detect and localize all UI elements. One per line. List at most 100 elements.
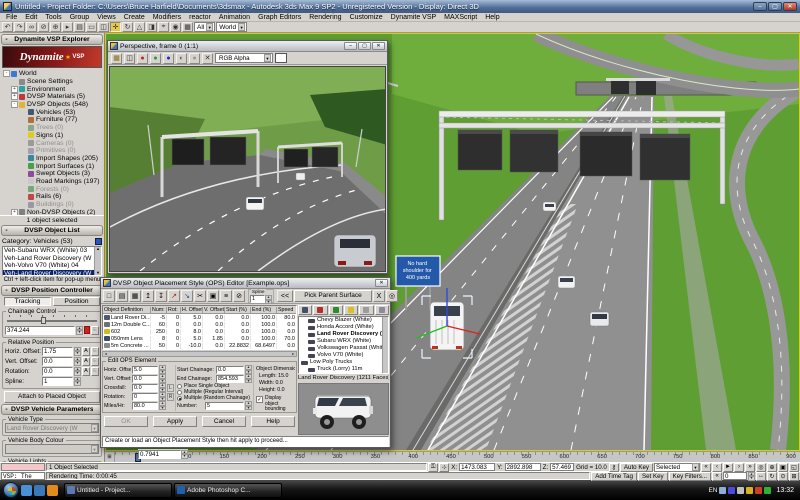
- menu-item[interactable]: Tools: [41, 14, 65, 21]
- library-item[interactable]: Volvo V70 (White): [299, 352, 382, 359]
- key-mode-dropdown[interactable]: Selected ▼: [654, 463, 700, 472]
- tree-expander-icon[interactable]: +: [11, 86, 18, 93]
- animate-button[interactable]: A: [82, 347, 90, 356]
- edit-field[interactable]: 0.0: [132, 384, 158, 392]
- animate-button[interactable]: A: [82, 357, 90, 366]
- close-icon[interactable]: ✕: [372, 42, 385, 50]
- field-of-view-icon[interactable]: ⊙: [778, 472, 788, 481]
- scrollbar[interactable]: [382, 317, 388, 373]
- chainage-value-field[interactable]: 374.244: [5, 326, 75, 335]
- tree-expander-icon[interactable]: -: [3, 70, 10, 77]
- spinner[interactable]: ▲▼: [181, 450, 188, 459]
- arc-rotate-icon[interactable]: ↻: [767, 472, 777, 481]
- render-window-title-bar[interactable]: Perspective, frame 0 (1:1) – ▢ ✕: [108, 41, 387, 52]
- alpha-channel-icon[interactable]: ●: [189, 53, 200, 64]
- new-ops-icon[interactable]: □: [103, 290, 115, 302]
- clear-surface-button[interactable]: X: [373, 290, 385, 302]
- vehicle-colour-dropdown[interactable]: ▼: [5, 444, 99, 454]
- bind-to-space-warp-icon[interactable]: ⊕: [50, 22, 61, 32]
- category-color-swatch[interactable]: [95, 238, 102, 245]
- select-by-name-icon[interactable]: ▤: [74, 22, 85, 32]
- position-tab[interactable]: Position: [53, 297, 100, 306]
- library-item[interactable]: Low Poly Trucks: [299, 359, 382, 366]
- spinner[interactable]: ▲▼: [245, 401, 252, 410]
- offset-field[interactable]: 1: [42, 377, 73, 386]
- ops-row-gantry[interactable]: 12m Double C... 60 0 0.0 0.0 0.0 100.0 0…: [103, 321, 296, 328]
- slider-handle[interactable]: [41, 317, 46, 324]
- object-list-rollout-header[interactable]: - DVSP Object List: [1, 225, 103, 236]
- window-crossing-icon[interactable]: ◫: [98, 22, 109, 32]
- select-and-rotate-icon[interactable]: ↻: [122, 22, 133, 32]
- go-to-start-icon[interactable]: «: [712, 472, 722, 481]
- blue-channel-icon[interactable]: ●: [163, 53, 174, 64]
- maxscript-mini-listener-pink[interactable]: [1, 463, 45, 471]
- cut-icon[interactable]: ✂: [194, 290, 206, 302]
- chainage-slider[interactable]: [7, 315, 97, 324]
- timeline-ruler[interactable]: 5010015020025030035040045050055060065070…: [115, 452, 800, 462]
- ops-row-camera[interactable]: 050mm Lens 8 0 5.0 1.85 0.0 100.0 70.0: [103, 335, 296, 342]
- menu-item[interactable]: reactor: [185, 14, 215, 21]
- spinner[interactable]: ▲▼: [159, 392, 166, 401]
- offset-field[interactable]: 1.75: [42, 347, 73, 356]
- menu-item[interactable]: Dynamite VSP: [387, 14, 441, 21]
- tree-item[interactable]: Rails (6): [3, 193, 104, 201]
- copy-icon[interactable]: ▣: [207, 290, 219, 302]
- attach-to-placed-object-button[interactable]: Attach to Placed Object: [4, 391, 100, 403]
- library-item[interactable]: Truck (Lorry) 11m: [299, 366, 382, 373]
- tree-item[interactable]: Vehicles (53): [3, 108, 104, 116]
- ops-row-land-rover[interactable]: Land Rover Di... -5 0 5.0 0.0 0.0 100.0 …: [103, 314, 296, 321]
- tree-item[interactable]: Trees (0): [3, 124, 104, 132]
- quicklaunch-icon-1[interactable]: [21, 485, 32, 496]
- library-item[interactable]: Chevy Blazer (White): [299, 317, 382, 324]
- ops-editor-dialog[interactable]: DVSP Object Placement Style (OPS) Editor…: [100, 277, 391, 448]
- selection-filter-dropdown[interactable]: All ▼: [194, 22, 215, 32]
- tree-item[interactable]: - DVSP Objects (548): [3, 101, 104, 109]
- expression-button[interactable]: E: [91, 347, 99, 356]
- spinner[interactable]: ▲▼: [76, 326, 83, 335]
- spinner[interactable]: ▲▼: [245, 374, 252, 383]
- play-icon[interactable]: ►: [723, 463, 733, 472]
- clear-icon[interactable]: ✕: [202, 53, 213, 64]
- trees-category-icon[interactable]: [329, 305, 343, 315]
- spinner[interactable]: ▲▼: [74, 347, 81, 356]
- object-list-item[interactable]: Veh-Land Rover Discovery (W: [3, 270, 94, 277]
- open-ops-icon[interactable]: ▤: [116, 290, 128, 302]
- aux-button[interactable]: R: [167, 393, 174, 401]
- close-icon[interactable]: ✕: [375, 279, 388, 287]
- minimize-icon[interactable]: –: [753, 2, 767, 11]
- pan-icon[interactable]: ↔: [756, 472, 766, 481]
- render-setup-icon[interactable]: ▦: [182, 22, 193, 32]
- edit-field[interactable]: 80.0: [132, 402, 158, 410]
- scrollbar[interactable]: ▲▼: [94, 247, 101, 275]
- rendered-frame-window[interactable]: Perspective, frame 0 (1:1) – ▢ ✕ ▦◫●●●◐●…: [107, 40, 388, 274]
- start-chainage-field[interactable]: 0.0: [216, 366, 244, 374]
- go-to-start-icon[interactable]: «: [701, 463, 711, 472]
- language-indicator[interactable]: EN: [708, 487, 717, 494]
- channel-dropdown[interactable]: RGB Alpha ▼: [215, 53, 273, 63]
- spinner[interactable]: ▲▼: [74, 367, 81, 376]
- undo-icon[interactable]: ↶: [2, 22, 13, 32]
- select-and-move-icon[interactable]: ✛: [110, 22, 121, 32]
- x-coordinate-field[interactable]: 1473.083: [459, 463, 495, 471]
- tree-item[interactable]: Import Shapes (205): [3, 155, 104, 163]
- title-bar[interactable]: Untitled - Project Folder: C:\Users\Bruc…: [0, 0, 800, 13]
- vehicle-parameters-rollout-header[interactable]: - DVSP Vehicle Parameters: [1, 404, 103, 415]
- ops-title-bar[interactable]: DVSP Object Placement Style (OPS) Editor…: [101, 278, 390, 289]
- spinner[interactable]: ▲▼: [74, 377, 81, 386]
- green-channel-icon[interactable]: ●: [150, 53, 161, 64]
- position-tab[interactable]: Tracking: [4, 297, 51, 306]
- taskbar-button-3dsmax[interactable]: Untitled - Project...: [64, 483, 172, 498]
- add-time-tag-button[interactable]: Add Time Tag: [591, 472, 637, 481]
- taskbar-clock[interactable]: 13:32: [773, 487, 797, 494]
- remove-element-icon[interactable]: ↧: [155, 290, 167, 302]
- tray-icon-3[interactable]: [737, 487, 744, 494]
- rectangular-selection-icon[interactable]: ▭: [86, 22, 97, 32]
- taskbar-button-photoshop[interactable]: Adobe Photoshop C...: [174, 483, 282, 498]
- menu-item[interactable]: Group: [66, 14, 93, 21]
- tree-item[interactable]: - World: [3, 70, 104, 78]
- menu-item[interactable]: Animation: [215, 14, 254, 21]
- object-list-item[interactable]: Veh-Volvo V70 (White) 04: [3, 262, 94, 270]
- spinner[interactable]: ▲▼: [159, 365, 166, 374]
- select-object-icon[interactable]: ▸: [62, 22, 73, 32]
- go-to-end-icon[interactable]: »: [745, 463, 755, 472]
